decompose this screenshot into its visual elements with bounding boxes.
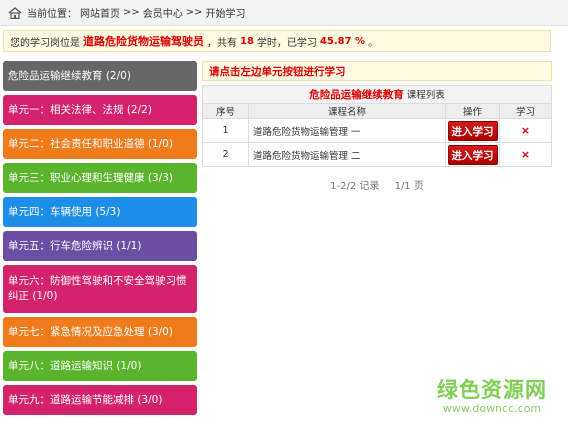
- pagination: 1-2/2 记录 1/1 页: [202, 177, 552, 192]
- course-name: 道路危险货物运输管理 二: [248, 142, 446, 167]
- total-hours: 18: [240, 35, 254, 47]
- notice-suffix: 。: [368, 37, 379, 49]
- sidebar-item-label: 单元九：道路运输节能减排 (3/0): [8, 393, 163, 406]
- enter-study-button[interactable]: 进入学习: [447, 120, 498, 141]
- sidebar-item-label: 单元四：车辆使用 (5/3): [8, 205, 121, 218]
- sidebar-item-label: 单元五：行车危险辨识 (1/1): [8, 239, 142, 252]
- not-studied-mark: ×: [520, 124, 531, 137]
- sidebar-item-unit-5[interactable]: 单元五：行车危险辨识 (1/1): [3, 231, 197, 261]
- column-header-status: 学习: [499, 103, 552, 119]
- table-caption-row: 危险品运输继续教育 课程列表: [202, 85, 552, 104]
- notice-prefix: 您的学习岗位是: [10, 37, 80, 49]
- sidebar-item-label: 单元三：职业心理和生理健康 (3/3): [8, 171, 173, 184]
- watermark-logo: 绿色资源网 www.downcc.com: [422, 374, 562, 415]
- course-table: 危险品运输继续教育 课程列表 序号 课程名称 操作 学习 1 道路危险货物运输管…: [202, 85, 552, 167]
- home-icon: [8, 6, 22, 19]
- table-row: 1 道路危险货物运输管理 一 进入学习 ×: [202, 118, 552, 143]
- page-count: 1/1 页: [394, 181, 424, 192]
- table-row: 2 道路危险货物运输管理 二 进入学习 ×: [202, 142, 552, 167]
- sidebar-item-unit-8[interactable]: 单元八：道路运输知识 (1/0): [3, 351, 197, 381]
- sidebar-item-label: 单元二：社会责任和职业道德 (1/0): [8, 137, 173, 150]
- row-index: 1: [202, 118, 249, 143]
- table-title: 危险品运输继续教育: [309, 89, 404, 101]
- sidebar-item-unit-3[interactable]: 单元三：职业心理和生理健康 (3/3): [3, 163, 197, 193]
- breadcrumb: 当前位置： 网站首页 >> 会员中心 >> 开始学习: [0, 0, 568, 26]
- location-label: 当前位置：: [27, 9, 77, 20]
- action-cell: 进入学习: [445, 142, 500, 167]
- sidebar-item-unit-7[interactable]: 单元七：紧急情况及应急处理 (3/0): [3, 317, 197, 347]
- enter-study-button[interactable]: 进入学习: [447, 144, 498, 165]
- sidebar-item-unit-2[interactable]: 单元二：社会责任和职业道德 (1/0): [3, 129, 197, 159]
- sidebar-item-label: 单元一：相关法律、法规 (2/2): [8, 103, 152, 116]
- watermark-main-text: 绿色资源网: [437, 378, 547, 402]
- sidebar-item-unit-1[interactable]: 单元一：相关法律、法规 (2/2): [3, 95, 197, 125]
- post-name: 道路危险货物运输驾驶员: [83, 35, 204, 48]
- study-percent: 45.87 %: [319, 35, 366, 47]
- row-index: 2: [202, 142, 249, 167]
- not-studied-mark: ×: [520, 148, 531, 161]
- sidebar-item-label: 单元八：道路运输知识 (1/0): [8, 359, 142, 372]
- table-header-row: 序号 课程名称 操作 学习: [202, 103, 552, 119]
- sidebar-item-unit-9[interactable]: 单元九：道路运输节能减排 (3/0): [3, 385, 197, 415]
- sidebar-item-label: 单元七：紧急情况及应急处理 (3/0): [8, 325, 173, 338]
- column-header-action: 操作: [445, 103, 500, 119]
- table-caption: 危险品运输继续教育 课程列表: [202, 85, 552, 104]
- sidebar-item-unit-4[interactable]: 单元四：车辆使用 (5/3): [3, 197, 197, 227]
- breadcrumb-separator: >>: [185, 7, 203, 18]
- status-cell: ×: [499, 118, 552, 143]
- status-cell: ×: [499, 142, 552, 167]
- notice-hours-text: 学时，已学习: [256, 37, 317, 49]
- column-header-index: 序号: [202, 103, 249, 119]
- record-count: 1-2/2 记录: [330, 181, 380, 192]
- breadcrumb-member-center-link[interactable]: 会员中心: [143, 5, 183, 20]
- notice-middle: ，共有: [207, 37, 237, 49]
- watermark-url: www.downcc.com: [442, 402, 542, 415]
- action-cell: 进入学习: [445, 118, 500, 143]
- breadcrumb-home-link[interactable]: 网站首页: [80, 5, 120, 20]
- column-header-name: 课程名称: [248, 103, 446, 119]
- study-prompt: 请点击左边单元按钮进行学习: [202, 61, 552, 81]
- breadcrumb-current: 开始学习: [205, 9, 246, 20]
- sidebar-item-continuing-education[interactable]: 危险品运输继续教育 (2/0): [3, 61, 197, 91]
- course-name: 道路危险货物运输管理 一: [248, 118, 446, 143]
- study-notice: 您的学习岗位是 道路危险货物运输驾驶员 ，共有 18 学时，已学习 45.87 …: [3, 30, 551, 52]
- sidebar-item-label: 单元六：防御性驾驶和不安全驾驶习惯纠正 (1/0): [8, 275, 187, 302]
- table-title-suffix: 课程列表: [406, 90, 445, 101]
- sidebar-item-label: 危险品运输继续教育 (2/0): [8, 69, 131, 82]
- breadcrumb-separator: >>: [123, 7, 140, 18]
- sidebar-item-unit-6[interactable]: 单元六：防御性驾驶和不安全驾驶习惯纠正 (1/0): [3, 265, 197, 313]
